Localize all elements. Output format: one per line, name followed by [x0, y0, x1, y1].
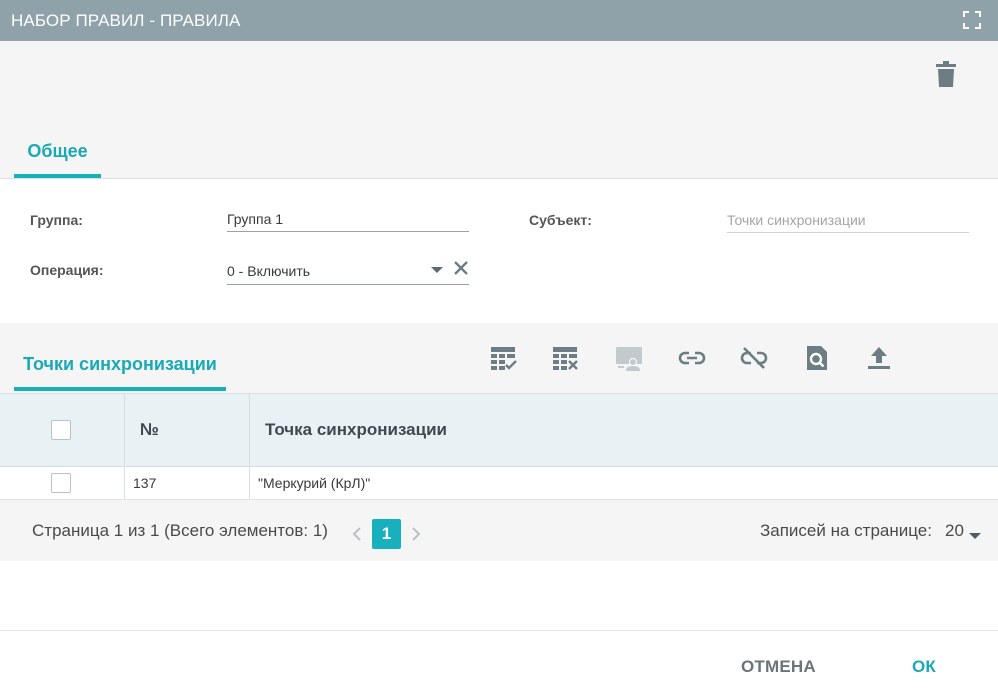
- select-all-checkbox[interactable]: [51, 420, 71, 440]
- assign-user-icon[interactable]: [615, 344, 643, 372]
- sync-points-grid: № Точка синхронизации 137 "Меркурий (КрЛ…: [0, 394, 998, 500]
- dialog-footer: ОТМЕНА ОК: [0, 630, 998, 698]
- column-header-name[interactable]: Точка синхронизации: [250, 394, 998, 466]
- row-checkbox[interactable]: [51, 473, 71, 493]
- operation-label: Операция:: [30, 262, 104, 278]
- subject-input[interactable]: Точки синхронизации: [727, 208, 969, 233]
- upload-icon[interactable]: [865, 344, 893, 372]
- row-number: 137: [125, 467, 250, 499]
- operation-value: 0 - Включить: [227, 263, 311, 279]
- subject-label: Субъект:: [529, 212, 592, 228]
- delete-icon[interactable]: [936, 61, 956, 87]
- per-page-label: Записей на странице:: [760, 520, 932, 540]
- select-all-icon[interactable]: [490, 344, 518, 372]
- per-page-select[interactable]: 20: [945, 521, 964, 541]
- next-page-icon[interactable]: [411, 527, 421, 541]
- dialog-title: НАБОР ПРАВИЛ - ПРАВИЛА: [11, 10, 241, 30]
- group-input[interactable]: Группа 1: [227, 207, 469, 232]
- tab-general[interactable]: Общее: [14, 125, 101, 178]
- group-label: Группа:: [30, 212, 83, 228]
- sync-points-toolbar: Точки синхронизации: [0, 323, 998, 394]
- fullscreen-icon[interactable]: [963, 11, 981, 29]
- grid-header: № Точка синхронизации: [0, 394, 998, 467]
- subject-placeholder: Точки синхронизации: [727, 212, 866, 228]
- chevron-down-icon[interactable]: [969, 533, 981, 539]
- tab-sync-points[interactable]: Точки синхронизации: [14, 342, 226, 391]
- table-row[interactable]: 137 "Меркурий (КрЛ)": [0, 467, 998, 500]
- column-header-number[interactable]: №: [125, 394, 250, 466]
- link-icon[interactable]: [678, 344, 706, 372]
- page-current[interactable]: 1: [372, 519, 401, 549]
- deselect-all-icon[interactable]: [552, 344, 580, 372]
- pager: Страница 1 из 1 (Всего элементов: 1) 1 З…: [0, 500, 998, 561]
- preview-icon[interactable]: [803, 344, 831, 372]
- header-panel: Общее: [0, 41, 998, 179]
- title-bar: НАБОР ПРАВИЛ - ПРАВИЛА: [0, 0, 998, 41]
- group-value: Группа 1: [227, 211, 284, 227]
- unlink-icon[interactable]: [740, 344, 768, 372]
- clear-icon[interactable]: [453, 260, 469, 276]
- ok-button[interactable]: ОК: [912, 657, 936, 677]
- rules-dialog: НАБОР ПРАВИЛ - ПРАВИЛА Общее Группа: Гру…: [0, 0, 998, 698]
- operation-select[interactable]: 0 - Включить: [227, 258, 469, 285]
- header-checkbox-cell: [0, 394, 125, 466]
- row-name: "Меркурий (КрЛ)": [258, 475, 371, 491]
- chevron-down-icon[interactable]: [431, 267, 443, 273]
- pager-info: Страница 1 из 1 (Всего элементов: 1): [32, 520, 328, 540]
- row-checkbox-cell: [0, 467, 125, 499]
- cancel-button[interactable]: ОТМЕНА: [741, 657, 816, 677]
- prev-page-icon[interactable]: [352, 527, 362, 541]
